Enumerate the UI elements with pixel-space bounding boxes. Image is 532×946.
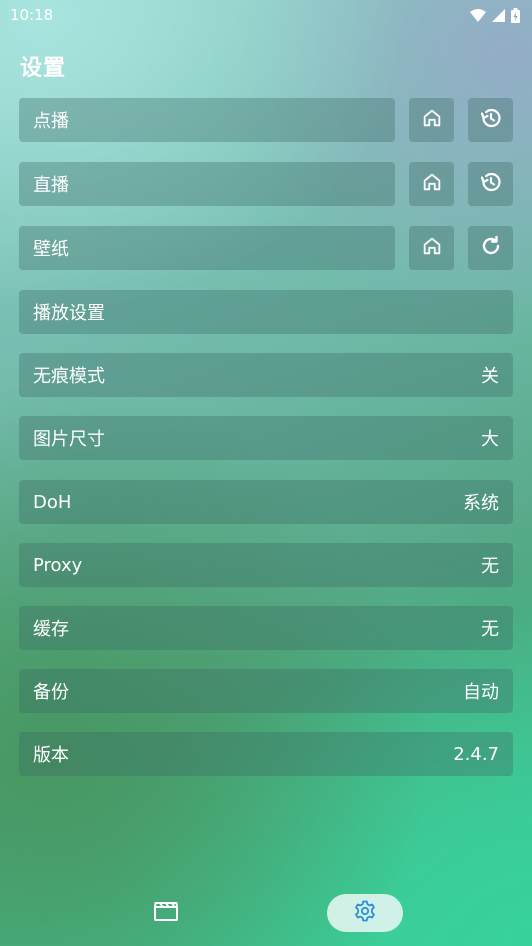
player-settings-button[interactable]: 播放设置 [19, 290, 513, 334]
row-value: 自动 [463, 682, 499, 703]
wallpaper-button[interactable]: 壁纸 [19, 226, 395, 270]
row-label: DoH [33, 491, 72, 513]
vod-home-button[interactable] [409, 98, 454, 142]
row-value: 关 [481, 366, 499, 387]
settings-row-image-size: 图片尺寸 大 [19, 416, 513, 460]
settings-row-backup: 备份 自动 [19, 669, 513, 713]
row-label: 壁纸 [33, 239, 69, 260]
row-label: 播放设置 [33, 303, 105, 324]
clapperboard-icon [153, 900, 179, 926]
nav-vod-tab[interactable] [128, 894, 204, 932]
settings-row-vod: 点播 [19, 98, 513, 142]
home-icon [421, 171, 443, 197]
bottom-nav [0, 890, 532, 936]
settings-row-incognito: 无痕模式 关 [19, 353, 513, 397]
live-source-button[interactable]: 直播 [19, 162, 395, 206]
incognito-button[interactable]: 无痕模式 关 [19, 353, 513, 397]
battery-icon [511, 7, 520, 23]
settings-row-live: 直播 [19, 162, 513, 206]
vod-site-button[interactable]: 点播 [19, 98, 395, 142]
row-value: 系统 [463, 493, 499, 514]
live-history-button[interactable] [468, 162, 513, 206]
image-size-button[interactable]: 图片尺寸 大 [19, 416, 513, 460]
row-value: 无 [481, 619, 499, 640]
row-value: 无 [481, 556, 499, 577]
version-button[interactable]: 版本 2.4.7 [19, 732, 513, 776]
live-home-button[interactable] [409, 162, 454, 206]
status-bar: 10:18 [0, 0, 532, 30]
doh-button[interactable]: DoH 系统 [19, 480, 513, 524]
home-icon [421, 235, 443, 261]
row-label: 点播 [33, 111, 69, 132]
gear-icon [353, 899, 377, 927]
row-value: 2.4.7 [453, 743, 499, 765]
status-time: 10:18 [10, 6, 54, 24]
settings-row-cache: 缓存 无 [19, 606, 513, 650]
page-title: 设置 [20, 56, 67, 81]
history-icon [479, 106, 503, 134]
settings-row-version: 版本 2.4.7 [19, 732, 513, 776]
row-label: 无痕模式 [33, 366, 105, 387]
history-icon [479, 170, 503, 198]
signal-icon [492, 8, 505, 22]
row-value: 大 [481, 429, 499, 450]
vod-history-button[interactable] [468, 98, 513, 142]
home-icon [421, 107, 443, 133]
proxy-button[interactable]: Proxy 无 [19, 543, 513, 587]
settings-row-player: 播放设置 [19, 290, 513, 334]
settings-row-doh: DoH 系统 [19, 480, 513, 524]
status-icons [470, 7, 520, 23]
backup-button[interactable]: 备份 自动 [19, 669, 513, 713]
row-label: 备份 [33, 682, 69, 703]
cache-button[interactable]: 缓存 无 [19, 606, 513, 650]
settings-row-wallpaper: 壁纸 [19, 226, 513, 270]
row-label: 直播 [33, 175, 69, 196]
wifi-icon [470, 8, 486, 22]
row-label: 图片尺寸 [33, 429, 105, 450]
row-label: 版本 [33, 745, 69, 766]
row-label: 缓存 [33, 619, 69, 640]
row-label: Proxy [33, 554, 83, 576]
nav-settings-tab[interactable] [327, 894, 403, 932]
settings-row-proxy: Proxy 无 [19, 543, 513, 587]
wallpaper-refresh-button[interactable] [468, 226, 513, 270]
refresh-icon [479, 234, 503, 262]
wallpaper-home-button[interactable] [409, 226, 454, 270]
